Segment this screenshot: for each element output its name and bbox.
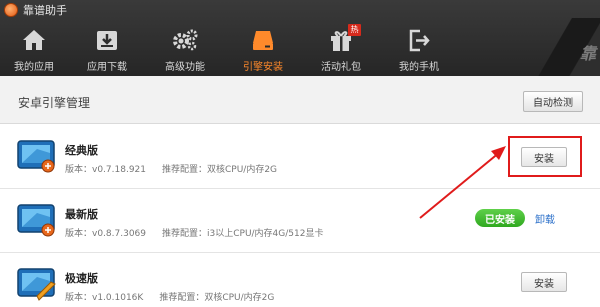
engine-name: 极速版: [65, 272, 98, 285]
engine-disk-icon: [250, 26, 276, 54]
app-brand: 靠谱助手: [4, 2, 67, 18]
nav-label: 我的应用: [14, 62, 54, 73]
installed-badge: 已安装: [475, 209, 525, 227]
section-title: 安卓引擎管理: [18, 96, 91, 110]
highlight-box: [508, 136, 582, 177]
nav-label: 活动礼包: [321, 62, 361, 73]
nav-gift-packs[interactable]: 热 活动礼包: [302, 24, 380, 76]
engine-version: 版本：v1.0.1016K: [65, 293, 144, 303]
engine-meta: 版本：v0.8.7.3069 推荐配置：i3以上CPU/内存4G/512显卡: [65, 226, 323, 239]
engine-version: 版本：v0.8.7.3069: [65, 229, 146, 239]
app-title: 靠谱助手: [23, 4, 67, 17]
phone-exit-icon: [406, 26, 432, 54]
nav-label: 引擎安装: [243, 62, 283, 73]
install-button[interactable]: 安装: [521, 272, 567, 292]
engine-row-fast: 极速版 版本：v1.0.1016K 推荐配置：双核CPU/内存2G 安装: [0, 253, 600, 307]
nav-advanced[interactable]: 高级功能: [146, 24, 224, 76]
engine-recommend: 推荐配置：双核CPU/内存2G: [159, 293, 275, 303]
download-box-icon: [94, 26, 120, 54]
auto-detect-button[interactable]: 自动检测: [523, 91, 583, 112]
engine-name: 最新版: [65, 208, 98, 221]
nav-my-apps[interactable]: 我的应用: [0, 24, 68, 76]
corner-logo-text: 靠: [579, 44, 596, 63]
engine-version: 版本：v0.7.18.921: [65, 165, 146, 175]
engine-meta: 版本：v1.0.1016K 推荐配置：双核CPU/内存2G: [65, 290, 274, 303]
gears-icon: [171, 26, 199, 54]
engine-monitor-rocket-icon: [17, 268, 56, 301]
nav-label: 高级功能: [165, 62, 205, 73]
nav-label: 我的手机: [399, 62, 439, 73]
engine-recommend: 推荐配置：双核CPU/内存2G: [162, 165, 278, 175]
section-header: 安卓引擎管理 自动检测: [0, 76, 600, 124]
engine-recommend: 推荐配置：i3以上CPU/内存4G/512显卡: [162, 229, 324, 239]
nav-label: 应用下载: [87, 62, 127, 73]
engine-monitor-icon: [17, 204, 55, 237]
nav-my-phone[interactable]: 我的手机: [380, 24, 458, 76]
nav-app-download[interactable]: 应用下载: [68, 24, 146, 76]
home-icon: [21, 26, 47, 54]
main-nav: 我的应用 应用下载 高级功能 引擎安装 热 活动礼包 我的手机: [0, 24, 458, 76]
engine-monitor-icon: [17, 140, 55, 173]
nav-engine-install[interactable]: 引擎安装: [224, 24, 302, 76]
engine-meta: 版本：v0.7.18.921 推荐配置：双核CPU/内存2G: [65, 162, 277, 175]
hot-badge: 热: [348, 24, 361, 36]
app-logo-icon: [4, 3, 18, 17]
engine-name: 经典版: [65, 144, 98, 157]
uninstall-link[interactable]: 卸载: [535, 211, 555, 226]
